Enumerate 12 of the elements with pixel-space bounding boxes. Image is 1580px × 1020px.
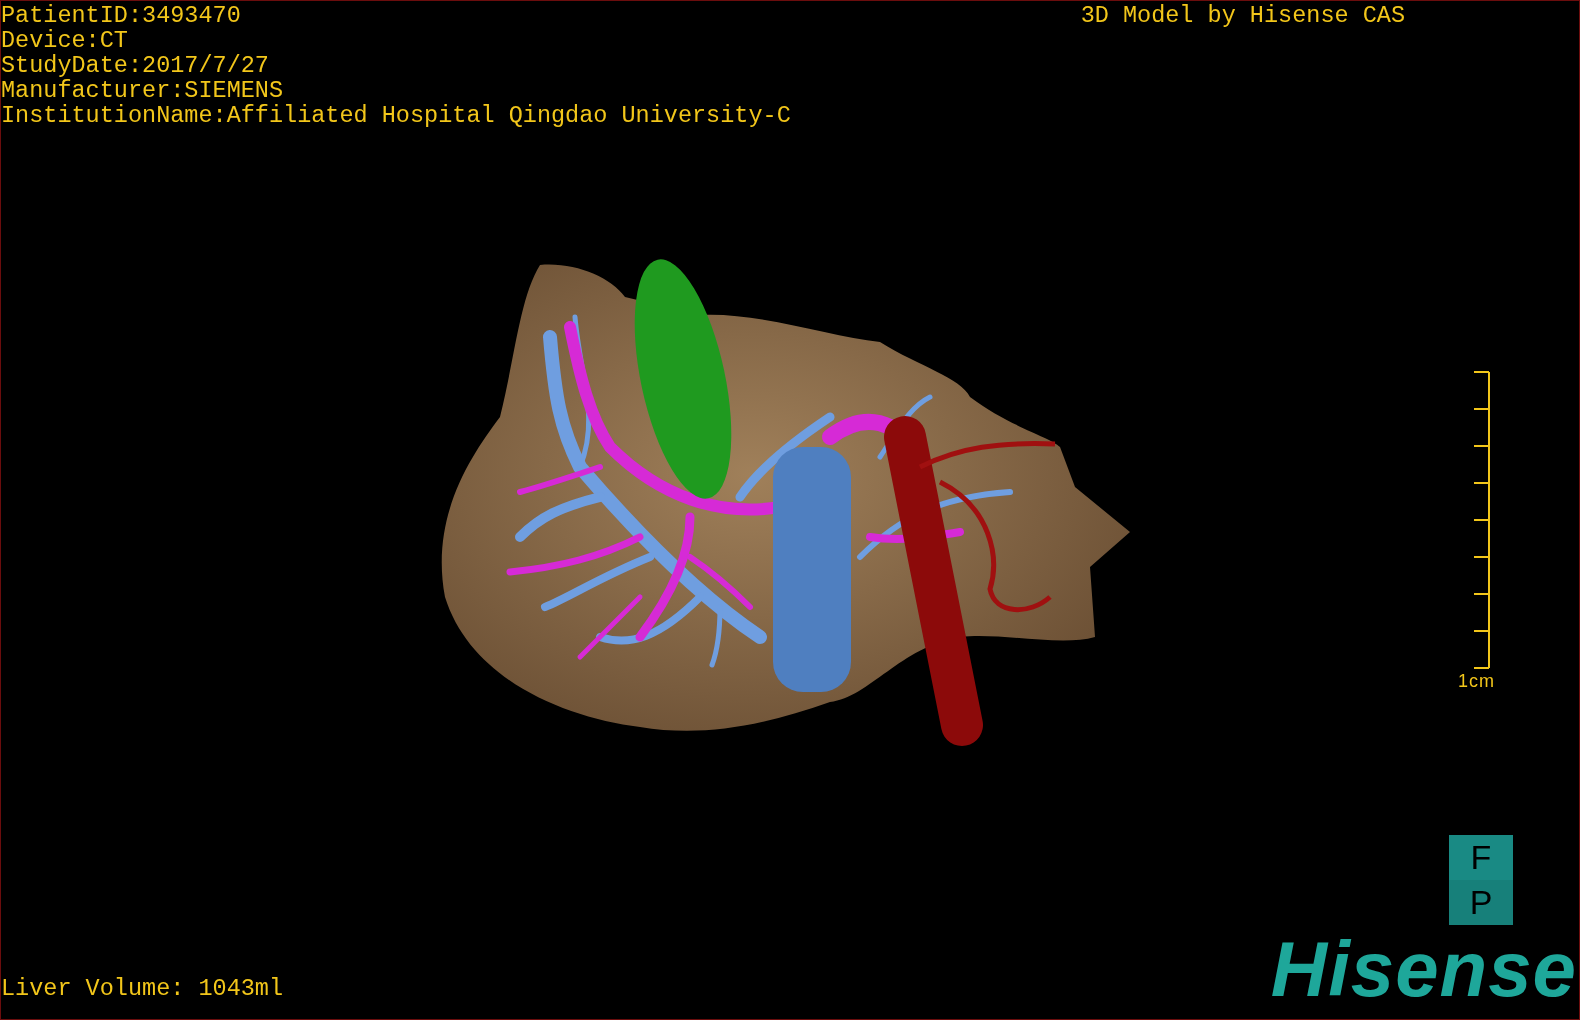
liver-volume: Liver Volume: 1043ml (1, 976, 284, 1004)
patient-info-line: StudyDate:2017/7/27 (1, 53, 270, 78)
badge-letter: F (1469, 837, 1493, 878)
scale-ruler-icon (1473, 371, 1491, 669)
viewer-title: 3D Model by Hisense CAS (1080, 1, 1405, 28)
patient-info-line: Manufacturer:SIEMENS (1, 78, 285, 103)
scale-label: 1cm (1458, 671, 1495, 692)
brand-logo: Hisense (1270, 933, 1577, 1005)
badge-letter: P (1449, 880, 1513, 925)
patient-info-line: Device:CT (1, 28, 129, 53)
patient-info-line: PatientID:3493470 (1, 3, 242, 28)
patient-info-line: InstitutionName:Affiliated Hospital Qingdao University-C (1, 103, 791, 128)
